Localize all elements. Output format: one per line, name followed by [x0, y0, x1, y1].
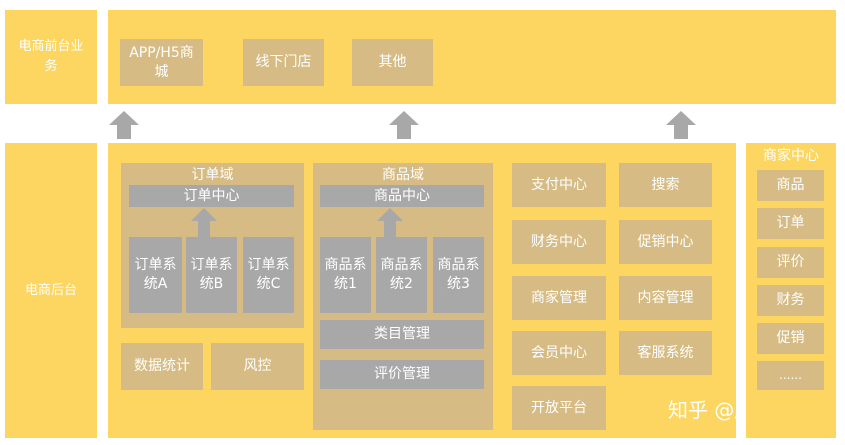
frontend-app-h5[interactable]: APP/H5商城 — [120, 39, 203, 86]
order-system-a[interactable]: 订单系统A — [129, 237, 182, 313]
service-promotion-center[interactable]: 促销中心 — [619, 220, 712, 264]
review-management[interactable]: 评价管理 — [320, 360, 484, 389]
risk-control-label: 风控 — [243, 358, 272, 374]
backend-label: 电商后台 — [5, 143, 97, 438]
service-label: 开放平台 — [531, 399, 587, 416]
backend-label-text: 电商后台 — [24, 282, 77, 298]
arrow-up-icon — [377, 208, 403, 237]
service-merchant-management[interactable]: 商家管理 — [512, 276, 606, 320]
service-label: 支付中心 — [531, 176, 587, 193]
product-system-1-label: 商品系统1 — [324, 257, 367, 292]
service-label: 搜索 — [651, 176, 680, 193]
product-center-label: 商品中心 — [374, 187, 430, 204]
merchant-item-label: ...... — [779, 368, 802, 382]
order-system-c[interactable]: 订单系统C — [243, 237, 294, 313]
product-center[interactable]: 商品中心 — [320, 185, 484, 207]
service-label: 商家管理 — [531, 289, 587, 306]
merchant-item-promotion[interactable]: 促销 — [757, 323, 824, 354]
product-domain-title: 商品域 — [382, 167, 424, 183]
arrow-up-icon — [191, 208, 217, 237]
service-content-management[interactable]: 内容管理 — [619, 276, 712, 320]
merchant-item-label: 财务 — [776, 292, 805, 308]
product-system-3[interactable]: 商品系统3 — [433, 237, 484, 313]
arrow-up-icon — [389, 111, 419, 139]
frontend-panel — [108, 10, 836, 104]
arrow-up-icon — [109, 111, 139, 139]
arrow-up-icon — [666, 111, 696, 139]
frontend-label-text: 电商前台业务 — [18, 39, 84, 74]
merchant-item-finance[interactable]: 财务 — [757, 285, 824, 316]
merchant-item-order[interactable]: 订单 — [757, 208, 824, 239]
order-system-b-label: 订单系统B — [190, 257, 233, 292]
data-statistics-label: 数据统计 — [134, 358, 190, 374]
service-search[interactable]: 搜索 — [619, 163, 712, 207]
frontend-app-other[interactable]: 其他 — [352, 39, 433, 86]
frontend-app-offline-store[interactable]: 线下门店 — [243, 39, 324, 86]
merchant-item-label: 评价 — [776, 254, 805, 270]
order-system-b[interactable]: 订单系统B — [186, 237, 237, 313]
data-statistics[interactable]: 数据统计 — [121, 343, 203, 390]
frontend-label: 电商前台业务 — [5, 10, 97, 104]
category-management-label: 类目管理 — [374, 326, 430, 342]
order-system-a-label: 订单系统A — [134, 257, 177, 292]
service-label: 客服系统 — [637, 344, 694, 361]
merchant-item-label: 订单 — [776, 215, 805, 231]
merchant-item-product[interactable]: 商品 — [757, 170, 824, 201]
service-customer-service[interactable]: 客服系统 — [619, 331, 712, 375]
product-system-2-label: 商品系统2 — [380, 257, 423, 292]
service-payment-center[interactable]: 支付中心 — [512, 163, 606, 207]
service-label: 会员中心 — [531, 344, 587, 361]
service-label: 促销中心 — [637, 233, 694, 250]
service-finance-center[interactable]: 财务中心 — [512, 220, 606, 264]
review-management-label: 评价管理 — [374, 366, 430, 382]
product-system-1[interactable]: 商品系统1 — [320, 237, 371, 313]
merchant-item-more[interactable]: ...... — [757, 361, 824, 390]
merchant-center-title: 商家中心 — [763, 148, 819, 164]
service-member-center[interactable]: 会员中心 — [512, 331, 606, 375]
product-system-3-label: 商品系统3 — [437, 257, 480, 292]
service-open-platform[interactable]: 开放平台 — [512, 386, 606, 430]
order-system-c-label: 订单系统C — [247, 257, 290, 292]
order-center[interactable]: 订单中心 — [129, 185, 294, 207]
service-label: 内容管理 — [637, 289, 694, 306]
merchant-item-review[interactable]: 评价 — [757, 247, 824, 278]
category-management[interactable]: 类目管理 — [320, 320, 484, 349]
frontend-app-other-label: 其他 — [378, 54, 407, 70]
product-system-2[interactable]: 商品系统2 — [376, 237, 427, 313]
order-domain-title: 订单域 — [191, 167, 234, 183]
frontend-app-offline-store-label: 线下门店 — [255, 54, 312, 70]
frontend-app-h5-label: APP/H5商城 — [129, 44, 194, 80]
merchant-item-label: 商品 — [776, 177, 805, 193]
service-label: 财务中心 — [531, 233, 587, 250]
order-center-label: 订单中心 — [183, 187, 240, 204]
risk-control[interactable]: 风控 — [211, 343, 304, 390]
merchant-item-label: 促销 — [776, 330, 805, 346]
